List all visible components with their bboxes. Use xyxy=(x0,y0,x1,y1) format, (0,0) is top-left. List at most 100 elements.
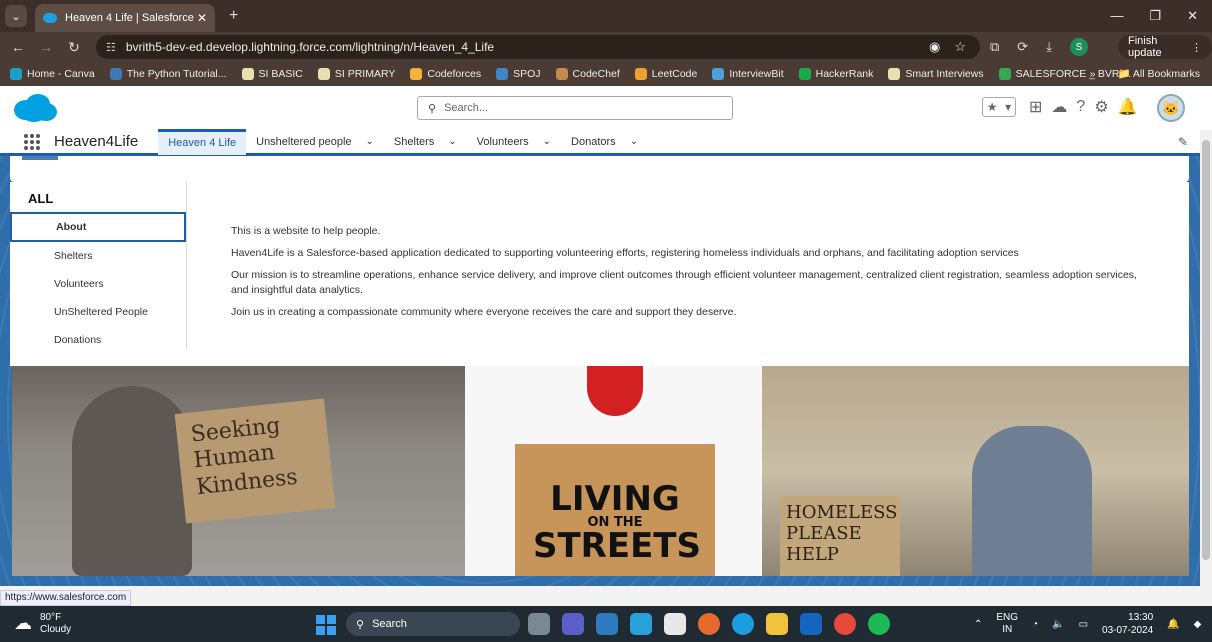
url-field[interactable]: ☷ bvrith5-dev-ed.develop.lightning.force… xyxy=(96,35,980,59)
language-indicator[interactable]: ENG IN xyxy=(996,612,1018,636)
global-search-input[interactable]: ⚲ Search... xyxy=(417,96,733,120)
bookmark-item[interactable]: Smart Interviews xyxy=(888,68,984,80)
notifications-bell-icon[interactable]: 🔔 xyxy=(1118,97,1138,117)
seeking-kindness-image: Seeking Human Kindness xyxy=(12,366,465,576)
search-icon: ⚲ xyxy=(428,102,437,115)
download-icon[interactable]: ⤓ xyxy=(1046,39,1052,55)
sidebar-item-shelters[interactable]: Shelters xyxy=(10,242,186,270)
minimize-icon[interactable]: — xyxy=(1110,8,1123,24)
nav-tab-label: Shelters xyxy=(393,135,435,148)
reload-icon[interactable]: ↻ xyxy=(60,39,88,56)
trailhead-icon[interactable]: ☁ xyxy=(1051,97,1067,117)
bookmark-item[interactable]: Codeforces xyxy=(410,68,481,80)
close-tab-icon[interactable]: ✕ xyxy=(197,11,207,25)
bookmark-item[interactable]: LeetCode xyxy=(634,68,697,80)
favorites-button[interactable]: ★ ▾ xyxy=(982,97,1016,117)
store-icon[interactable] xyxy=(664,613,686,635)
outlook-icon[interactable] xyxy=(800,613,822,635)
sidebar-item-label: Volunteers xyxy=(54,278,104,290)
chevron-down-icon[interactable]: ⌄ xyxy=(448,136,456,147)
sidebar-item-unsheltered-people[interactable]: UnSheltered People xyxy=(10,298,186,326)
bookmark-label: HackerRank xyxy=(815,68,874,80)
finish-update-button[interactable]: Finish update ⋮ xyxy=(1118,35,1212,59)
file-explorer-icon[interactable] xyxy=(766,613,788,635)
nav-tab-shelters[interactable]: Shelters ⌄ xyxy=(384,129,467,155)
forward-icon[interactable]: → xyxy=(32,39,60,55)
nav-tab-donators[interactable]: Donators ⌄ xyxy=(561,129,648,155)
finish-update-label: Finish update xyxy=(1128,35,1162,59)
bookmark-item[interactable]: SI PRIMARY xyxy=(317,68,395,80)
bookmark-item[interactable]: Home - Canva xyxy=(10,68,95,80)
chevron-down-icon[interactable]: ⌄ xyxy=(543,136,551,147)
edge-icon[interactable] xyxy=(732,613,754,635)
nav-tab-volunteers[interactable]: Volunteers ⌄ xyxy=(467,129,561,155)
bookmark-star-icon[interactable]: ☆ xyxy=(954,39,966,55)
windows-start-icon[interactable] xyxy=(316,615,336,635)
user-avatar[interactable]: 🐱 xyxy=(1157,94,1185,122)
bookmark-item[interactable]: InterviewBit xyxy=(712,68,784,80)
extensions-icon[interactable]: ⧉ xyxy=(990,39,999,55)
bookmark-item[interactable]: CodeChef xyxy=(555,68,620,80)
app-icon[interactable] xyxy=(630,613,652,635)
homeless-please-help-image: HOMELESS PLEASE HELP xyxy=(762,366,1189,576)
sidebar: ALL About Shelters Volunteers UnSheltere… xyxy=(10,182,187,350)
nav-tab-unsheltered-people[interactable]: Unsheltered people ⌄ xyxy=(246,129,384,155)
teams-icon[interactable] xyxy=(562,613,584,635)
scrollbar-thumb[interactable] xyxy=(1202,140,1210,560)
wifi-icon[interactable]: ◔ xyxy=(1032,619,1038,630)
more-bookmarks-icon[interactable]: » xyxy=(1090,68,1096,80)
bookmark-item[interactable]: The Python Tutorial... xyxy=(109,68,227,80)
eye-icon[interactable]: ◉ xyxy=(929,39,940,55)
nav-tab-heaven-4-life[interactable]: Heaven 4 Life xyxy=(158,128,247,155)
help-icon[interactable]: ? xyxy=(1076,98,1085,116)
all-bookmarks-label: All Bookmarks xyxy=(1132,68,1200,80)
tab-search-button[interactable]: ⌄ xyxy=(5,5,27,27)
task-view-icon[interactable] xyxy=(528,613,550,635)
edit-nav-pencil-icon[interactable]: ✎ xyxy=(1178,135,1188,149)
back-icon[interactable]: ← xyxy=(4,39,32,55)
chevron-down-icon[interactable]: ⌄ xyxy=(630,136,638,147)
sidebar-item-about[interactable]: About xyxy=(10,212,186,242)
bookmark-label: Codeforces xyxy=(427,68,482,80)
close-window-icon[interactable]: ✕ xyxy=(1187,8,1198,24)
site-info-icon[interactable]: ☷ xyxy=(106,41,116,54)
app-launcher-icon[interactable] xyxy=(24,133,40,150)
taskbar-search[interactable]: ⚲ Search xyxy=(346,612,520,636)
chevron-up-icon[interactable]: ⌃ xyxy=(974,619,982,630)
volume-icon[interactable]: 🔈 xyxy=(1052,619,1064,630)
browser-tab-bar: ⌄ Heaven 4 Life | Salesforce ✕ + — ❐ ✕ xyxy=(0,0,1212,32)
chevron-down-icon[interactable]: ⌄ xyxy=(366,136,374,147)
profile-avatar[interactable]: S xyxy=(1069,38,1088,56)
bookmark-item[interactable]: SPOJ xyxy=(496,68,541,80)
notification-bell-icon[interactable]: 🔔 xyxy=(1167,619,1179,630)
new-tab-button[interactable]: + xyxy=(229,7,238,25)
bookmark-favicon-icon xyxy=(317,68,330,80)
mysql-icon[interactable] xyxy=(596,613,618,635)
sidebar-item-label: Donations xyxy=(54,334,102,346)
battery-icon[interactable]: ▭ xyxy=(1079,619,1088,630)
global-actions-icon[interactable]: ⊞ xyxy=(1029,97,1042,117)
bookmark-item[interactable]: HackerRank xyxy=(798,68,874,80)
browser-tab[interactable]: Heaven 4 Life | Salesforce ✕ xyxy=(35,4,215,32)
search-placeholder: Search... xyxy=(444,102,489,114)
firefox-icon[interactable] xyxy=(698,613,720,635)
bookmark-item[interactable]: SI BASIC xyxy=(241,68,303,80)
cardboard-sign: Seeking Human Kindness xyxy=(174,398,336,524)
restore-icon[interactable]: ❐ xyxy=(1149,8,1161,24)
weather-widget[interactable]: ☁ 80°F Cloudy xyxy=(14,612,71,636)
page-scrollbar[interactable] xyxy=(1200,130,1212,600)
spotify-icon[interactable] xyxy=(868,613,890,635)
sync-icon[interactable]: ⟳ xyxy=(1017,39,1028,55)
copilot-icon[interactable]: ◆ xyxy=(1194,619,1202,630)
all-bookmarks-button[interactable]: 📁 All Bookmarks xyxy=(1117,67,1200,80)
chrome-icon[interactable] xyxy=(834,613,856,635)
sidebar-item-volunteers[interactable]: Volunteers xyxy=(10,270,186,298)
salesforce-logo-icon[interactable] xyxy=(12,92,58,124)
content-card: ALL About Shelters Volunteers UnSheltere… xyxy=(10,182,1189,366)
sidebar-item-donations[interactable]: Donations xyxy=(10,326,186,354)
clock[interactable]: 13:30 03-07-2024 xyxy=(1102,611,1153,637)
setup-gear-icon[interactable]: ⚙ xyxy=(1094,97,1108,117)
about-paragraph: Haven4Life is a Salesforce-based applica… xyxy=(231,247,1019,260)
weather-condition: Cloudy xyxy=(40,624,72,635)
bookmark-favicon-icon xyxy=(109,68,122,80)
